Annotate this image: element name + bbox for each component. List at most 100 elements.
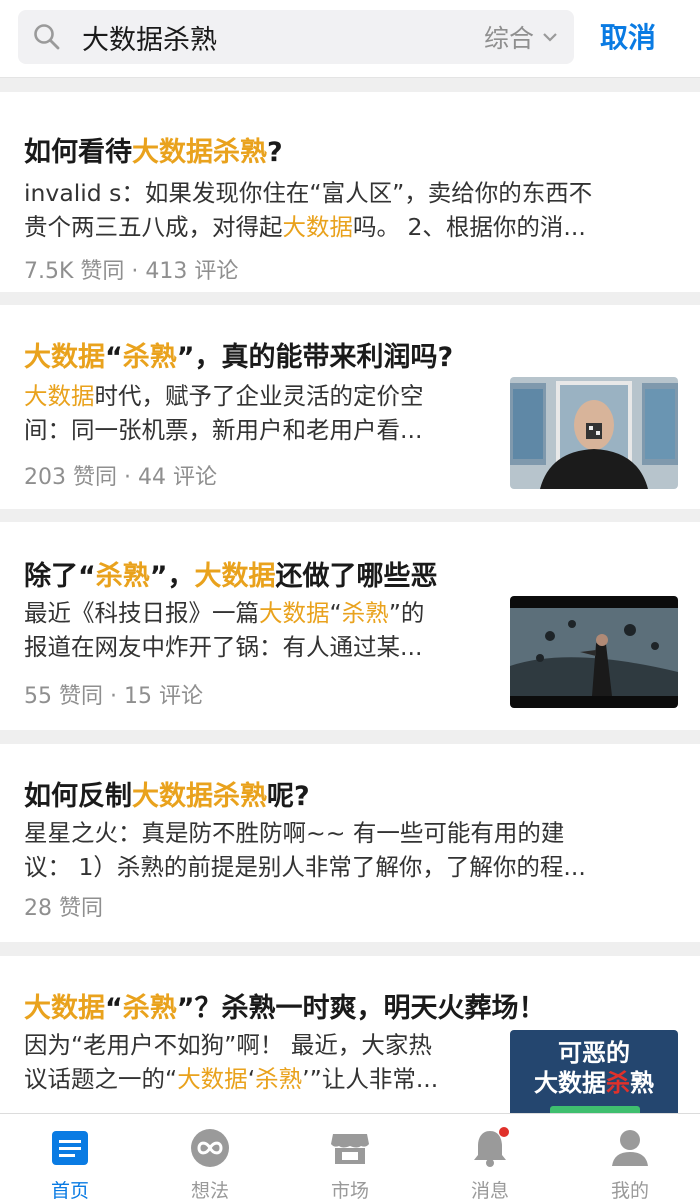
text-segment: ”， [149,561,195,592]
text-segment: “ [105,342,123,373]
text-segment: “ [105,993,123,1024]
notification-bell-icon [474,1127,509,1167]
keyword-highlight: 大数据杀熟 [132,781,267,812]
text-segment: 如何看待 [24,137,132,168]
result-title[interactable]: 如何反制大数据杀熟呢? [24,774,680,813]
search-input[interactable]: 大数据杀熟 [82,18,484,57]
excerpt-line: 最近《科技日报》一篇大数据“杀熟”的 [24,596,494,630]
tab-label: 市场 [330,1180,369,1202]
movie-scene-image [510,596,678,708]
excerpt-line: 议： 1）杀熟的前提是别人非常了解你，了解你的程... [24,850,680,884]
result-meta: 203 赞同 · 44 评论 [24,465,217,490]
search-results-list: 如何看待大数据杀熟? invalid s：如果发现你住在“富人区”，卖给你的东西… [0,78,700,1113]
text-segment: 除了“ [24,561,96,592]
excerpt-line: 大数据时代，赋予了企业灵活的定价空 [24,379,494,413]
tab-ideas[interactable]: 想法 [140,1114,280,1203]
keyword-highlight: 大数据 [24,342,105,373]
result-card-1[interactable]: 如何看待大数据杀熟? invalid s：如果发现你住在“富人区”，卖给你的东西… [0,92,700,292]
result-title[interactable]: 大数据“杀熟”，真的能带来利润吗? [24,335,680,374]
excerpt-line: 贵个两三五八成，对得起大数据吗。 2、根据你的消... [24,210,678,244]
result-card-2[interactable]: 大数据“杀熟”，真的能带来利润吗? 大数据时代，赋予了企业灵活的定价空 间：同一… [0,305,700,509]
man-facing-screens-image [510,377,678,489]
chevron-down-icon [543,33,557,42]
excerpt-line: 议话题之一的“大数据‘杀熟’”让人非常... [24,1062,498,1096]
thumbnail-caption-line-2: 大数据杀熟 [510,1068,678,1098]
excerpt-line: 间：同一张机票，新用户和老用户看... [24,413,494,447]
excerpt-line: 报道在网友中炸开了锅：有人通过某... [24,630,494,664]
thumbnail-caption-line-1: 可恶的 [558,1039,630,1067]
text-segment: ? [267,137,283,168]
text-segment: ”，真的能带来利润吗? [176,342,454,373]
cancel-button[interactable]: 取消 [600,16,656,56]
text-segment: ’”让人非常... [302,1065,439,1093]
text-segment: 呢? [267,781,310,812]
text-segment: 报道在网友中炸开了锅：有人通过某... [24,633,423,661]
tab-profile[interactable]: 我的 [560,1114,700,1203]
text-segment: invalid s：如果发现你住在“富人区”，卖给你的东西不 [24,179,593,207]
result-meta: 7.5K 赞同 · 413 评论 [24,259,239,284]
home-feed-icon [52,1131,88,1165]
text-segment: 间：同一张机票，新用户和老用户看... [24,416,423,444]
keyword-highlight: 大数据 [24,993,105,1024]
thumbnail-word: 熟 [630,1069,654,1097]
sort-label: 综合 [483,24,534,53]
text-segment: 时代，赋予了企业灵活的定价空 [94,382,424,410]
keyword-highlight: 杀熟 [122,993,177,1024]
result-excerpt: 最近《科技日报》一篇大数据“杀熟”的 报道在网友中炸开了锅：有人通过某... [24,596,494,664]
tab-label: 首页 [50,1180,89,1202]
text-segment: “ [329,599,342,627]
text-segment: 议： 1）杀熟的前提是别人非常了解你，了解你的程... [24,853,586,881]
tab-home[interactable]: 首页 [0,1114,140,1203]
keyword-highlight: 大数据 [282,213,354,241]
tab-market[interactable]: 市场 [280,1114,420,1203]
text-segment: 贵个两三五八成，对得起 [24,213,283,241]
excerpt-line: 星星之火：真是防不胜防啊~~ 有一些可能有用的建 [24,816,680,850]
keyword-highlight: 大数据 [194,561,276,592]
tab-label: 消息 [470,1180,509,1202]
text-segment: ”？杀熟一时爽，明天火葬场！ [176,993,546,1024]
sort-dropdown[interactable]: 综合 [484,19,558,55]
tab-label: 想法 [190,1180,229,1202]
search-icon [34,24,60,50]
keyword-highlight: 大数据 [259,599,330,627]
keyword-highlight: 杀熟 [255,1065,303,1093]
tab-messages[interactable]: 消息 [420,1114,560,1203]
excerpt-line: 因为“老用户不如狗”啊！ 最近，大家热 [24,1028,498,1062]
thumbnail-stripe [550,1106,640,1113]
thumbnail-caption: 可恶的 大数据杀熟 [510,1038,678,1098]
result-thumbnail[interactable]: 可恶的 大数据杀熟 [510,1030,678,1113]
result-card-3[interactable]: 除了“杀熟”，大数据还做了哪些恶 最近《科技日报》一篇大数据“杀熟”的 报道在网… [0,522,700,730]
keyword-highlight: 杀熟 [122,342,177,373]
text-segment: 议话题之一的“ [24,1065,178,1093]
bottom-tab-bar: 首页 想法 市场 消息 我的 [0,1113,700,1203]
result-meta: 55 赞同 · 15 评论 [24,684,203,709]
result-meta: 28 赞同 [24,896,103,921]
result-card-4[interactable]: 如何反制大数据杀熟呢? 星星之火：真是防不胜防啊~~ 有一些可能有用的建 议： … [0,744,700,942]
text-segment: 如何反制 [24,781,132,812]
text-segment: 星星之火：真是防不胜防啊~~ 有一些可能有用的建 [24,819,565,847]
thumbnail-word-red: 杀 [606,1069,630,1097]
result-card-5[interactable]: 大数据“杀熟”？杀熟一时爽，明天火葬场！ 因为“老用户不如狗”啊！ 最近，大家热… [0,956,700,1113]
result-excerpt: invalid s：如果发现你住在“富人区”，卖给你的东西不 贵个两三五八成，对… [24,176,678,244]
market-icon [331,1134,369,1164]
result-thumbnail[interactable] [510,377,678,489]
result-thumbnail[interactable] [510,596,678,708]
ideas-icon [191,1129,229,1167]
result-title[interactable]: 大数据“杀熟”？杀熟一时爽，明天火葬场！ [24,986,680,1025]
profile-icon [612,1130,648,1166]
result-title[interactable]: 除了“杀熟”，大数据还做了哪些恶 [24,554,680,593]
tab-label: 我的 [610,1180,649,1202]
result-excerpt: 因为“老用户不如狗”啊！ 最近，大家热 议话题之一的“大数据‘杀熟’”让人非常.… [24,1028,498,1096]
result-excerpt: 大数据时代，赋予了企业灵活的定价空 间：同一张机票，新用户和老用户看... [24,379,494,447]
keyword-highlight: 大数据 [24,382,95,410]
thumbnail-word: 大数据 [534,1069,606,1097]
keyword-highlight: 杀熟 [341,599,389,627]
text-segment: 还做了哪些恶 [275,561,438,592]
keyword-highlight: 杀熟 [95,561,150,592]
keyword-highlight: 大数据 [177,1065,248,1093]
text-segment: 吗。 2、根据你的消... [353,213,586,241]
text-segment: ”的 [388,599,425,627]
result-excerpt: 星星之火：真是防不胜防啊~~ 有一些可能有用的建 议： 1）杀熟的前提是别人非常… [24,816,680,884]
search-box[interactable]: 大数据杀熟 综合 [18,10,574,64]
result-title[interactable]: 如何看待大数据杀熟? [24,130,680,169]
